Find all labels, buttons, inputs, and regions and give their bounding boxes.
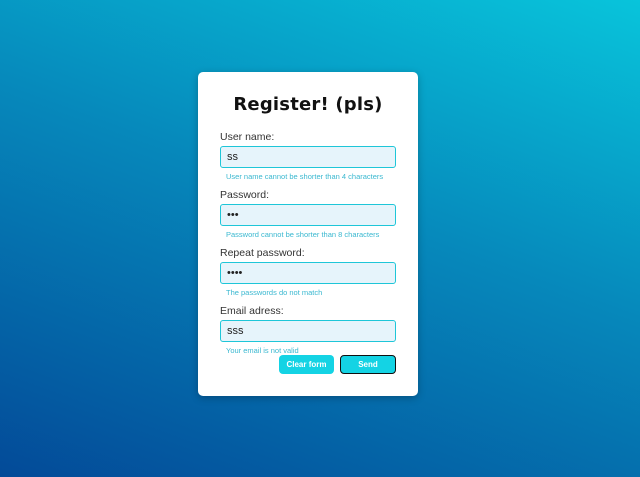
form-actions: Clear form Send — [279, 355, 396, 374]
username-field-group: User name: User name cannot be shorter t… — [220, 130, 396, 186]
email-input[interactable] — [220, 320, 396, 342]
email-field-group: Email adress: Your email is not valid — [220, 304, 396, 360]
register-form-card: Register! (pls) User name: User name can… — [198, 72, 418, 396]
username-input[interactable] — [220, 146, 396, 168]
username-label: User name: — [220, 131, 275, 143]
password-label: Password: — [220, 189, 270, 201]
username-error: User name cannot be shorter than 4 chara… — [226, 172, 384, 181]
repeat-password-input[interactable] — [220, 262, 396, 284]
password-error: Password cannot be shorter than 8 charac… — [226, 230, 380, 239]
password-input[interactable] — [220, 204, 396, 226]
repeat-password-label: Repeat password: — [220, 247, 305, 259]
clear-form-button[interactable]: Clear form — [279, 355, 334, 374]
repeat-password-error: The passwords do not match — [226, 288, 323, 297]
form-title: Register! (pls) — [233, 94, 383, 115]
send-button[interactable]: Send — [340, 355, 396, 374]
password-field-group: Password: Password cannot be shorter tha… — [220, 188, 396, 244]
repeat-password-field-group: Repeat password: The passwords do not ma… — [220, 246, 396, 302]
email-label: Email adress: — [220, 305, 284, 317]
email-error: Your email is not valid — [226, 346, 299, 355]
